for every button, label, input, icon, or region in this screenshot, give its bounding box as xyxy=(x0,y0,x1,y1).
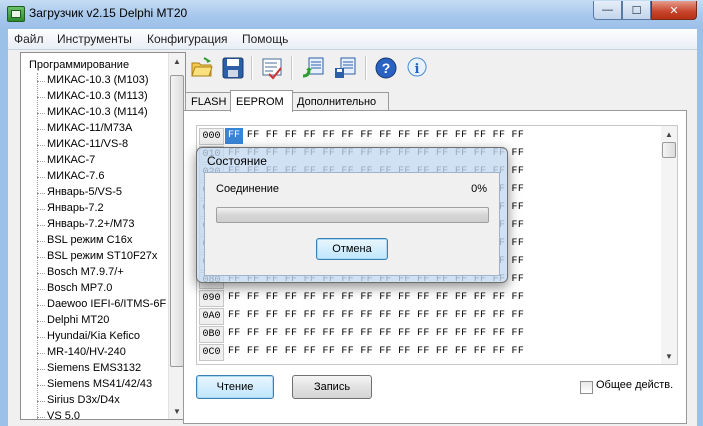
tree-guide-line xyxy=(37,73,38,419)
tree-item-label: Sirius D3x/D4x xyxy=(47,394,120,406)
hex-scroll-thumb[interactable] xyxy=(662,142,676,158)
progress-bar xyxy=(216,207,489,223)
menu-help[interactable]: Помощь xyxy=(242,32,288,46)
scroll-up-icon[interactable]: ▲ xyxy=(169,53,185,69)
tree-item-label: Daewoo IEFI-6/ITMS-6F xyxy=(47,298,167,310)
hex-address: 000 xyxy=(199,128,224,145)
write-button[interactable]: Запись xyxy=(292,375,372,399)
minimize-button[interactable]: — xyxy=(593,1,622,20)
menu-config[interactable]: Конфигурация xyxy=(147,32,228,46)
toolbar-separator xyxy=(251,56,253,80)
tree-item-label: BSL режим ST10F27x xyxy=(47,250,158,262)
window-controls: — ☐ ✕ xyxy=(593,1,697,20)
connection-status: Соединение xyxy=(216,183,280,195)
window-title: Загрузчик v2.15 Delphi MT20 xyxy=(29,6,188,20)
app-icon xyxy=(7,6,25,22)
hex-scrollbar[interactable]: ▲ ▼ xyxy=(661,126,677,364)
scroll-down-icon[interactable]: ▼ xyxy=(661,348,677,364)
tree-item-label: МИКАС-10.3 (M114) xyxy=(47,106,148,118)
tree-item-label: Январь-7.2+/M73 xyxy=(47,218,135,230)
tree-item-label: VS 5.0 xyxy=(47,410,81,420)
maximize-button[interactable]: ☐ xyxy=(622,1,651,20)
write-ecu-icon[interactable] xyxy=(333,56,357,80)
toolbar-separator xyxy=(365,56,367,80)
hex-bytes[interactable]: FF FF FF FF FF FF FF FF FF FF FF FF FF F… xyxy=(228,292,524,303)
tree-item-label: МИКАС-7 xyxy=(47,154,96,166)
tree-item-label: МИКАС-7.6 xyxy=(47,170,105,182)
tree-item-label: Январь-5/VS-5 xyxy=(47,186,122,198)
close-button[interactable]: ✕ xyxy=(651,1,697,20)
tree-item-label: МИКАС-10.3 (M113) xyxy=(47,90,148,102)
title-bar[interactable]: Загрузчик v2.15 Delphi MT20 — ☐ ✕ xyxy=(0,0,703,28)
hex-bytes[interactable]: FF FF FF FF FF FF FF FF FF FF FF FF FF F… xyxy=(228,346,524,357)
toolbar-separator xyxy=(291,56,293,80)
tree-scroll-thumb[interactable] xyxy=(170,75,184,367)
progress-percent: 0% xyxy=(471,183,487,195)
save-disk-icon[interactable] xyxy=(221,56,245,80)
main-window: Загрузчик v2.15 Delphi MT20 — ☐ ✕ Файл И… xyxy=(0,0,703,426)
hex-address: 090 xyxy=(199,290,224,307)
tree-item-label: Delphi MT20 xyxy=(47,314,110,326)
menu-bar: Файл Инструменты Конфигурация Помощь xyxy=(8,29,697,50)
info-icon[interactable]: i xyxy=(405,56,429,80)
tree-root[interactable]: Программирование xyxy=(29,59,129,71)
tree-item-label: MR-140/HV-240 xyxy=(47,346,126,358)
common-action-label[interactable]: Общее действ. xyxy=(596,379,673,391)
tree-item-label: МИКАС-11/VS-8 xyxy=(47,138,129,150)
selected-byte[interactable]: FF xyxy=(225,128,243,144)
menu-file[interactable]: Файл xyxy=(14,32,44,46)
tree-item-label: МИКАС-11/M73A xyxy=(47,122,133,134)
hex-address: 0B0 xyxy=(199,326,224,343)
hex-bytes[interactable]: FF FF FF FF FF FF FF FF FF FF FF FF FF F… xyxy=(228,310,524,321)
dialog-title: Состояние xyxy=(207,154,267,168)
tree-item-label: Siemens MS41/42/43 xyxy=(47,378,153,390)
scroll-up-icon[interactable]: ▲ xyxy=(661,126,677,142)
read-button[interactable]: Чтение xyxy=(196,375,274,399)
checklist-icon[interactable] xyxy=(260,56,284,80)
svg-text:?: ? xyxy=(382,60,391,76)
common-action-checkbox[interactable] xyxy=(580,381,593,394)
tree-item-label: Siemens EMS3132 xyxy=(47,362,142,374)
tree-item-label: МИКАС-10.3 (M103) xyxy=(47,74,149,86)
svg-text:i: i xyxy=(415,62,420,77)
tree-item-label: Bosch M7.9.7/+ xyxy=(47,266,124,278)
open-folder-icon[interactable] xyxy=(190,56,214,80)
tree-item-label: Bosch MP7.0 xyxy=(47,282,113,294)
read-ecu-icon[interactable] xyxy=(301,56,325,80)
hex-address: 0C0 xyxy=(199,344,224,361)
cancel-button[interactable]: Отмена xyxy=(316,238,388,260)
hex-bytes[interactable]: FF FF FF FF FF FF FF FF FF FF FF FF FF F… xyxy=(228,130,524,141)
ecu-tree[interactable]: Программирование МИКАС-10.3 (M103) МИКАС-… xyxy=(20,52,186,420)
help-icon[interactable]: ? xyxy=(374,56,398,80)
status-dialog: Состояние Соединение 0% Отмена xyxy=(196,147,508,283)
tree-item-label: BSL режим C16x xyxy=(47,234,133,246)
hex-address: 0A0 xyxy=(199,308,224,325)
tree-item-label: Hyundai/Kia Kefico xyxy=(47,330,140,342)
tab-eeprom[interactable]: EEPROM xyxy=(230,90,293,112)
tab-additional[interactable]: Дополнительно xyxy=(291,92,389,111)
dialog-body: Соединение 0% Отмена xyxy=(204,172,500,276)
menu-tools[interactable]: Инструменты xyxy=(57,32,132,46)
tree-item-label: Январь-7.2 xyxy=(47,202,104,214)
hex-bytes[interactable]: FF FF FF FF FF FF FF FF FF FF FF FF FF F… xyxy=(228,328,524,339)
